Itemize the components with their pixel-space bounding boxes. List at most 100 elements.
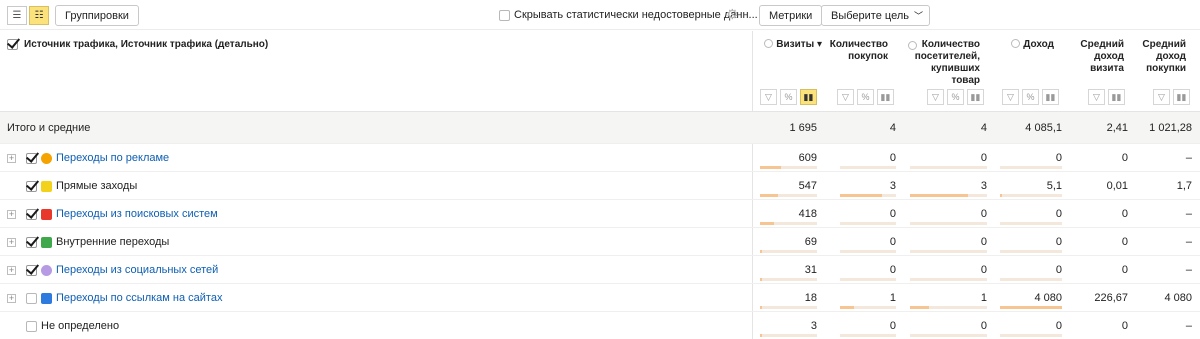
cell-avg-visit: 0 xyxy=(1121,152,1128,164)
dimension-checkbox[interactable] xyxy=(7,39,18,50)
bar-chart-icon[interactable]: ▮▮ xyxy=(800,89,817,105)
percent-icon[interactable]: % xyxy=(1022,89,1039,105)
share-bar xyxy=(760,278,762,281)
column-header-avg-revenue-visit[interactable]: Средний доход визита xyxy=(1074,39,1124,75)
table-header: Источник трафика, Источник трафика (дета… xyxy=(0,31,1200,112)
help-icon[interactable] xyxy=(764,39,774,48)
social-icon xyxy=(41,264,52,276)
filter-icon[interactable]: ▽ xyxy=(927,89,944,105)
row-checkbox[interactable] xyxy=(26,264,37,276)
row-checkbox[interactable] xyxy=(26,292,37,304)
table-row: Не определено 3 0 0 0 0– xyxy=(0,312,1200,339)
share-bar xyxy=(760,194,778,197)
sort-desc-icon: ▾ xyxy=(816,39,822,50)
share-bar xyxy=(760,166,781,169)
groupings-button[interactable]: Группировки xyxy=(55,5,139,26)
purchases-tools: ▽ % ▮▮ xyxy=(837,89,894,105)
filter-icon[interactable]: ▽ xyxy=(1002,89,1019,105)
expand-icon[interactable]: + xyxy=(7,293,16,303)
table-row: + Переходы из социальных сетей 31 0 0 0 0– xyxy=(0,256,1200,284)
total-revenue: 4 085,1 xyxy=(1025,122,1062,134)
visits-tools: ▽ % ▮▮ xyxy=(760,89,817,105)
cell-avg-visit: 0 xyxy=(1121,236,1128,248)
filter-icon[interactable]: ▽ xyxy=(1088,89,1105,105)
table-row: + Внутренние переходы 69 0 0 0 0– xyxy=(0,228,1200,256)
row-name-cell: + Переходы по ссылкам на сайтах xyxy=(7,284,222,312)
report-toolbar: ☰ ☷ Группировки Скрывать статистически н… xyxy=(0,0,1200,30)
expand-icon[interactable]: + xyxy=(7,153,16,163)
avg-visit-tools: ▽ ▮▮ xyxy=(1088,89,1125,105)
share-bar-track xyxy=(1000,222,1062,225)
dimension-header[interactable]: Источник трафика, Источник трафика (дета… xyxy=(7,39,268,50)
row-link[interactable]: Переходы из социальных сетей xyxy=(56,264,218,276)
expand-icon[interactable]: + xyxy=(7,265,16,275)
share-bar-track xyxy=(760,278,817,281)
share-bar-track xyxy=(1000,278,1062,281)
cell-avg-purchase: – xyxy=(1185,152,1192,164)
metrics-button[interactable]: Метрики xyxy=(759,5,823,26)
hide-unreliable-label: Скрывать статистически недостоверные дан… xyxy=(514,9,758,21)
settings-gear-icon[interactable]: ⚙ xyxy=(726,6,739,23)
row-label: Прямые заходы xyxy=(56,180,138,192)
bar-chart-icon[interactable]: ▮▮ xyxy=(877,89,894,105)
percent-icon[interactable]: % xyxy=(857,89,874,105)
row-checkbox[interactable] xyxy=(26,180,37,192)
help-icon[interactable] xyxy=(908,41,917,50)
hide-unreliable-toggle[interactable]: Скрывать статистически недостоверные дан… xyxy=(499,9,758,21)
tree-icon: ☷ xyxy=(34,10,44,21)
percent-icon[interactable]: % xyxy=(947,89,964,105)
row-name-cell: + Внутренние переходы xyxy=(7,228,169,256)
total-buyers: 4 xyxy=(980,122,987,134)
row-label: Не определено xyxy=(41,320,120,332)
direct-icon xyxy=(41,180,52,192)
row-link[interactable]: Переходы по рекламе xyxy=(56,152,169,164)
share-bar-track xyxy=(760,250,817,253)
share-bar xyxy=(840,194,882,197)
tree-view-button[interactable]: ☷ xyxy=(29,6,49,25)
goal-select[interactable]: Выберите цель ﹀ xyxy=(821,5,930,26)
row-checkbox[interactable] xyxy=(26,320,37,332)
total-avg-purchase: 1 021,28 xyxy=(1149,122,1192,134)
help-icon[interactable] xyxy=(1011,39,1021,48)
row-name-cell: + Переходы из социальных сетей xyxy=(7,256,218,284)
share-bar-track xyxy=(910,166,987,169)
bar-chart-icon[interactable]: ▮▮ xyxy=(1108,89,1125,105)
revenue-tools: ▽ % ▮▮ xyxy=(1002,89,1059,105)
totals-row: Итого и средние 1 695 4 4 4 085,1 2,41 1… xyxy=(0,112,1200,144)
percent-icon[interactable]: % xyxy=(780,89,797,105)
share-bar xyxy=(760,250,762,253)
table-row: Прямые заходы 547 3 3 5,1 0,01 1,7 xyxy=(0,172,1200,200)
cell-avg-purchase: – xyxy=(1185,264,1192,276)
cell-avg-visit: 0 xyxy=(1121,264,1128,276)
column-header-buyers[interactable]: Количество посетителей, купивших товар xyxy=(908,39,980,87)
filter-icon[interactable]: ▽ xyxy=(837,89,854,105)
row-label: Внутренние переходы xyxy=(56,236,170,248)
expand-icon[interactable]: + xyxy=(7,209,16,219)
bar-chart-icon[interactable]: ▮▮ xyxy=(1173,89,1190,105)
goal-select-label: Выберите цель xyxy=(831,9,909,22)
bar-chart-icon[interactable]: ▮▮ xyxy=(1042,89,1059,105)
filter-icon[interactable]: ▽ xyxy=(760,89,777,105)
share-bar-track xyxy=(1000,194,1062,197)
column-header-revenue[interactable]: Доход xyxy=(1010,39,1054,51)
share-bar-track xyxy=(840,166,896,169)
list-view-button[interactable]: ☰ xyxy=(7,6,27,25)
hide-unreliable-checkbox[interactable] xyxy=(499,9,510,21)
row-checkbox[interactable] xyxy=(26,236,37,248)
share-bar xyxy=(760,222,774,225)
expand-icon[interactable]: + xyxy=(7,237,16,247)
share-bar-track xyxy=(760,306,817,309)
home-icon xyxy=(41,236,52,248)
row-checkbox[interactable] xyxy=(26,152,37,164)
cell-avg-purchase: 4 080 xyxy=(1164,292,1192,304)
column-header-purchases[interactable]: Количество покупок xyxy=(828,39,888,63)
table-row: + Переходы по ссылкам на сайтах 18 1 1 4 080 2… xyxy=(0,284,1200,312)
column-header-visits[interactable]: Визиты ▾ xyxy=(762,39,822,51)
row-checkbox[interactable] xyxy=(26,208,37,220)
row-link[interactable]: Переходы по ссылкам на сайтах xyxy=(56,292,222,304)
list-icon: ☰ xyxy=(12,10,22,21)
row-link[interactable]: Переходы из поисковых систем xyxy=(56,208,218,220)
column-header-avg-revenue-purchase[interactable]: Средний доход покупки xyxy=(1140,39,1186,75)
bar-chart-icon[interactable]: ▮▮ xyxy=(967,89,984,105)
filter-icon[interactable]: ▽ xyxy=(1153,89,1170,105)
